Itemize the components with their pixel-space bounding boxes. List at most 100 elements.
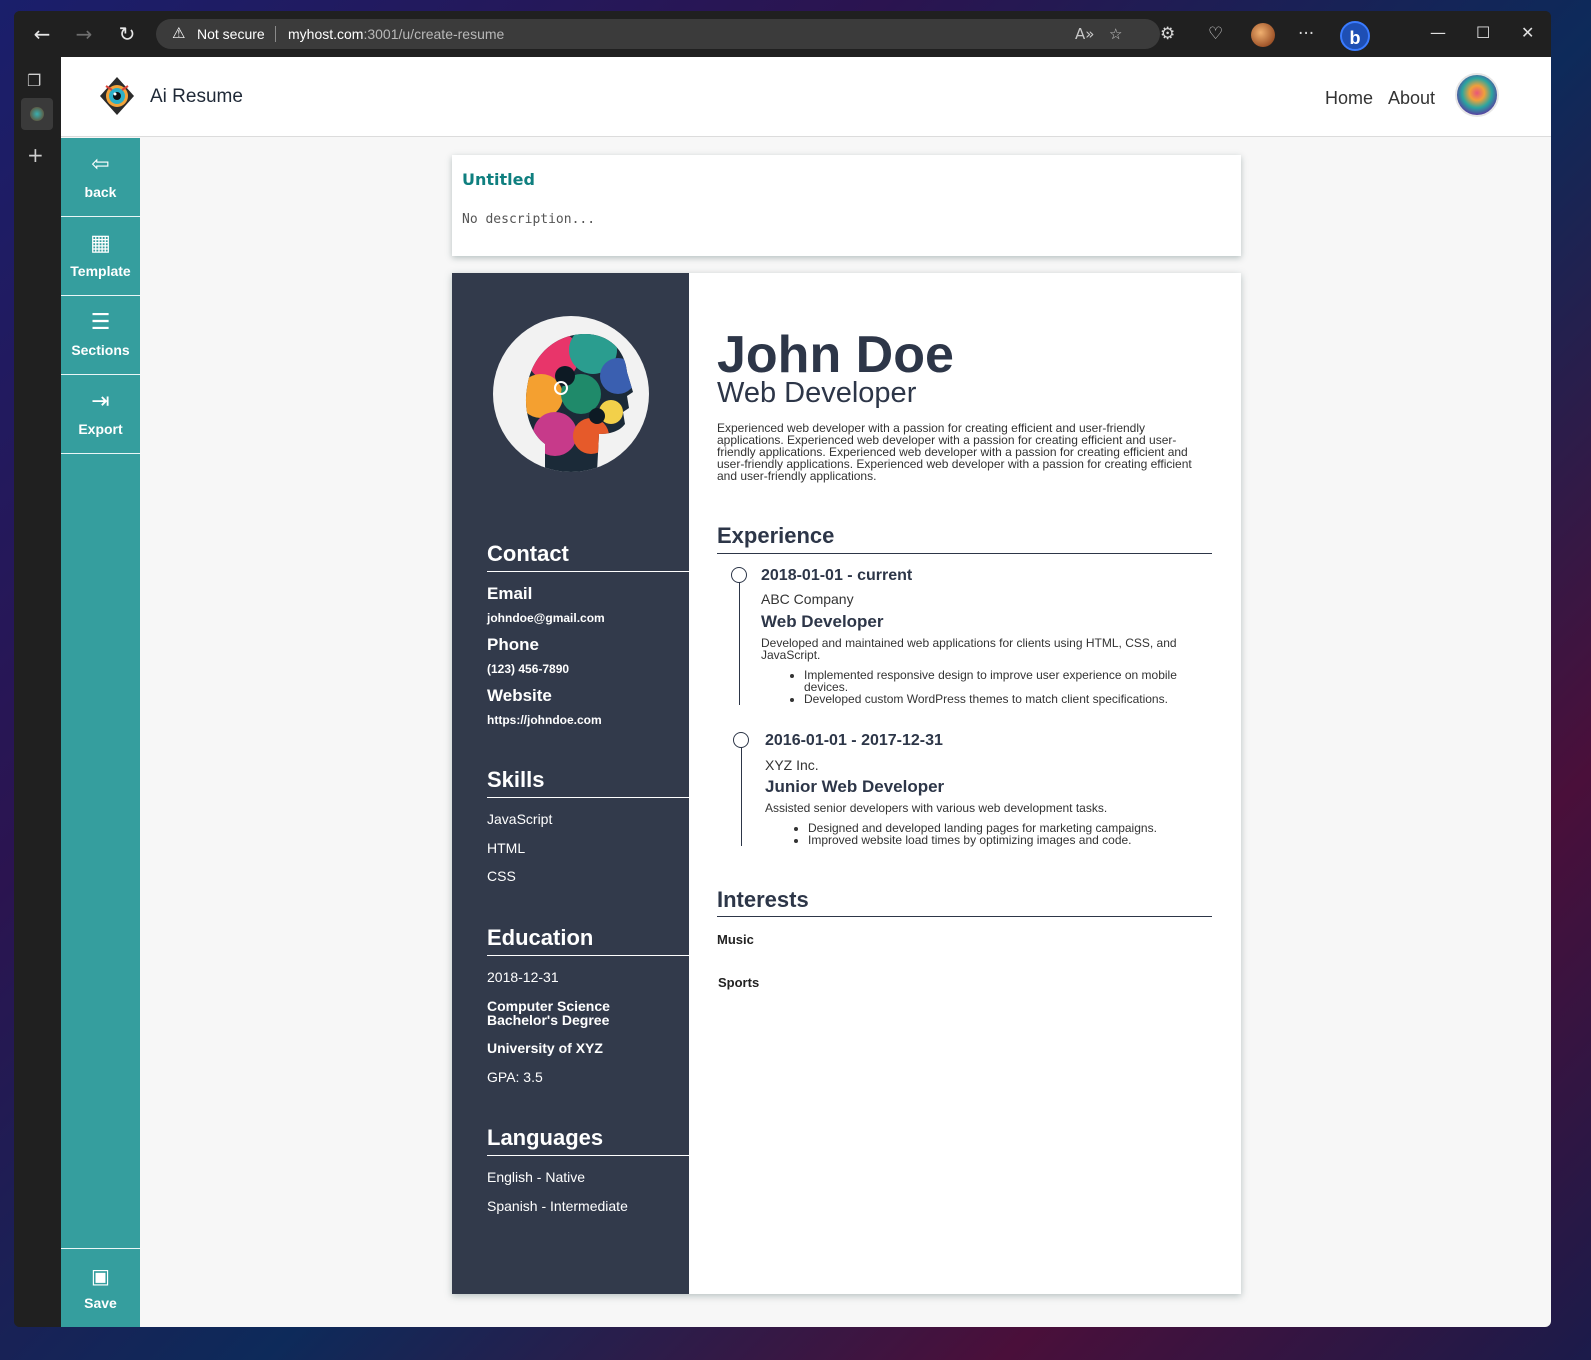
- skill-item[interactable]: CSS: [487, 868, 516, 884]
- website-label: Website: [487, 686, 552, 705]
- warning-icon: ⚠: [172, 24, 186, 42]
- sidebar-item-label: Save: [84, 1295, 117, 1311]
- minimize-icon[interactable]: —: [1430, 23, 1446, 42]
- resume-info-card[interactable]: Untitled No description...: [452, 155, 1241, 256]
- job-dates[interactable]: 2016-01-01 - 2017-12-31: [765, 732, 943, 750]
- bing-icon[interactable]: b: [1340, 21, 1370, 51]
- languages-heading: Languages: [487, 1125, 604, 1150]
- language-item[interactable]: Spanish - Intermediate: [487, 1198, 628, 1214]
- job-bullet[interactable]: Developed custom WordPress themes to mat…: [804, 693, 1204, 705]
- phone-value[interactable]: (123) 456-7890: [487, 662, 569, 676]
- experience-divider: [717, 553, 1212, 554]
- education-degree[interactable]: Computer Science Bachelor's Degree: [487, 999, 627, 1027]
- languages-divider: [487, 1155, 689, 1156]
- phone-label: Phone: [487, 635, 539, 654]
- email-label: Email: [487, 584, 533, 603]
- url-text[interactable]: myhost.com:3001/u/create-resume: [288, 26, 504, 42]
- interest-item[interactable]: Sports: [718, 975, 759, 990]
- timeline-dot: [731, 567, 747, 583]
- nav-home-link[interactable]: Home: [1325, 88, 1373, 109]
- resume-main: John Doe Web Developer Experienced web d…: [689, 273, 1241, 1294]
- resume-description[interactable]: No description...: [462, 212, 595, 227]
- extensions-icon[interactable]: ⚙: [1160, 24, 1175, 44]
- interests-divider: [717, 916, 1212, 917]
- url-host: myhost.com: [288, 26, 364, 42]
- skill-item[interactable]: JavaScript: [487, 811, 552, 827]
- resume-sidebar: Contact Email johndoe@gmail.com Phone (1…: [452, 273, 689, 1294]
- list-icon: ☰: [90, 310, 111, 335]
- website-value[interactable]: https://johndoe.com: [487, 713, 602, 727]
- url-path: :3001/u/create-resume: [363, 26, 505, 42]
- timeline-line: [741, 740, 742, 846]
- export-icon: ⇥: [91, 389, 110, 414]
- job-description[interactable]: Assisted senior developers with various …: [765, 802, 1195, 814]
- read-aloud-icon[interactable]: A»: [1075, 25, 1094, 43]
- app-header: Ai Resume Home About: [61, 57, 1551, 137]
- sidebar-item-label: Export: [78, 421, 123, 437]
- profile-photo[interactable]: [493, 316, 649, 472]
- job-bullet-list: Implemented responsive design to improve…: [804, 669, 1204, 705]
- tab-favicon: [30, 107, 44, 121]
- more-icon[interactable]: ···: [1298, 24, 1314, 44]
- user-avatar[interactable]: [1455, 73, 1499, 117]
- sidebar-item-label: back: [84, 184, 117, 200]
- job-bullet-list: Designed and developed landing pages for…: [808, 822, 1208, 846]
- refresh-icon[interactable]: ↻: [115, 22, 139, 46]
- sidebar-template-button[interactable]: ▦ Template: [61, 217, 140, 296]
- skills-heading: Skills: [487, 767, 545, 792]
- job-company[interactable]: XYZ Inc.: [765, 757, 819, 773]
- sidebar-sections-button[interactable]: ☰ Sections: [61, 296, 140, 375]
- browser-toolbar: ← → ↻ ⚠ Not secure myhost.com:3001/u/cre…: [14, 11, 1551, 57]
- job-bullet[interactable]: Implemented responsive design to improve…: [804, 669, 1204, 693]
- interest-item[interactable]: Music: [717, 932, 754, 947]
- security-label[interactable]: Not secure: [197, 26, 265, 42]
- education-date[interactable]: 2018-12-31: [487, 969, 559, 985]
- education-divider: [487, 955, 689, 956]
- nav-about-link[interactable]: About: [1388, 88, 1435, 109]
- forward-arrow-icon[interactable]: →: [72, 22, 96, 46]
- contact-divider: [487, 571, 689, 572]
- resume-job-title[interactable]: Web Developer: [717, 377, 916, 410]
- sidebar-save-button[interactable]: ▣ Save: [61, 1248, 140, 1327]
- back-arrow-icon[interactable]: ←: [30, 22, 54, 46]
- close-icon[interactable]: ✕: [1521, 23, 1534, 42]
- add-favorite-icon[interactable]: ☆: [1109, 25, 1122, 43]
- profile-icon[interactable]: [1251, 23, 1275, 47]
- maximize-icon[interactable]: ☐: [1476, 23, 1490, 42]
- sidebar-export-button[interactable]: ⇥ Export: [61, 375, 140, 454]
- new-tab-icon[interactable]: +: [27, 143, 44, 167]
- sidebar-item-label: Template: [70, 263, 131, 279]
- app-name[interactable]: Ai Resume: [150, 86, 243, 108]
- active-tab[interactable]: [21, 98, 53, 130]
- interests-heading: Interests: [717, 887, 809, 912]
- job-company[interactable]: ABC Company: [761, 591, 854, 607]
- language-item[interactable]: English - Native: [487, 1169, 585, 1185]
- address-bar[interactable]: ⚠ Not secure myhost.com:3001/u/create-re…: [156, 19, 1160, 49]
- timeline-dot: [733, 732, 749, 748]
- email-value[interactable]: johndoe@gmail.com: [487, 611, 605, 625]
- resume-preview: Contact Email johndoe@gmail.com Phone (1…: [452, 273, 1241, 1294]
- skills-divider: [487, 797, 689, 798]
- web-page: Ai Resume Home About ⇦ back ▦ Template ☰…: [61, 57, 1551, 1327]
- job-description[interactable]: Developed and maintained web application…: [761, 637, 1191, 661]
- tab-actions-icon[interactable]: ❐: [27, 71, 41, 90]
- back-arrow-icon: ⇦: [91, 152, 110, 177]
- browser-window: ← → ↻ ⚠ Not secure myhost.com:3001/u/cre…: [14, 11, 1551, 1327]
- address-divider: [275, 26, 276, 42]
- education-heading: Education: [487, 925, 594, 950]
- template-icon: ▦: [90, 231, 111, 256]
- sidebar-back-button[interactable]: ⇦ back: [61, 138, 140, 217]
- skill-item[interactable]: HTML: [487, 840, 525, 856]
- job-dates[interactable]: 2018-01-01 - current: [761, 567, 912, 585]
- job-role[interactable]: Web Developer: [761, 612, 884, 632]
- app-logo-icon[interactable]: [98, 76, 136, 116]
- job-bullet[interactable]: Improved website load times by optimizin…: [808, 834, 1208, 846]
- job-role[interactable]: Junior Web Developer: [765, 777, 944, 797]
- resume-summary[interactable]: Experienced web developer with a passion…: [717, 422, 1201, 482]
- education-school[interactable]: University of XYZ: [487, 1041, 603, 1055]
- education-gpa[interactable]: GPA: 3.5: [487, 1069, 543, 1085]
- browser-essentials-icon[interactable]: ♡: [1208, 24, 1223, 44]
- resume-name[interactable]: John Doe: [717, 325, 954, 385]
- timeline-line: [739, 575, 740, 705]
- resume-title[interactable]: Untitled: [462, 170, 535, 189]
